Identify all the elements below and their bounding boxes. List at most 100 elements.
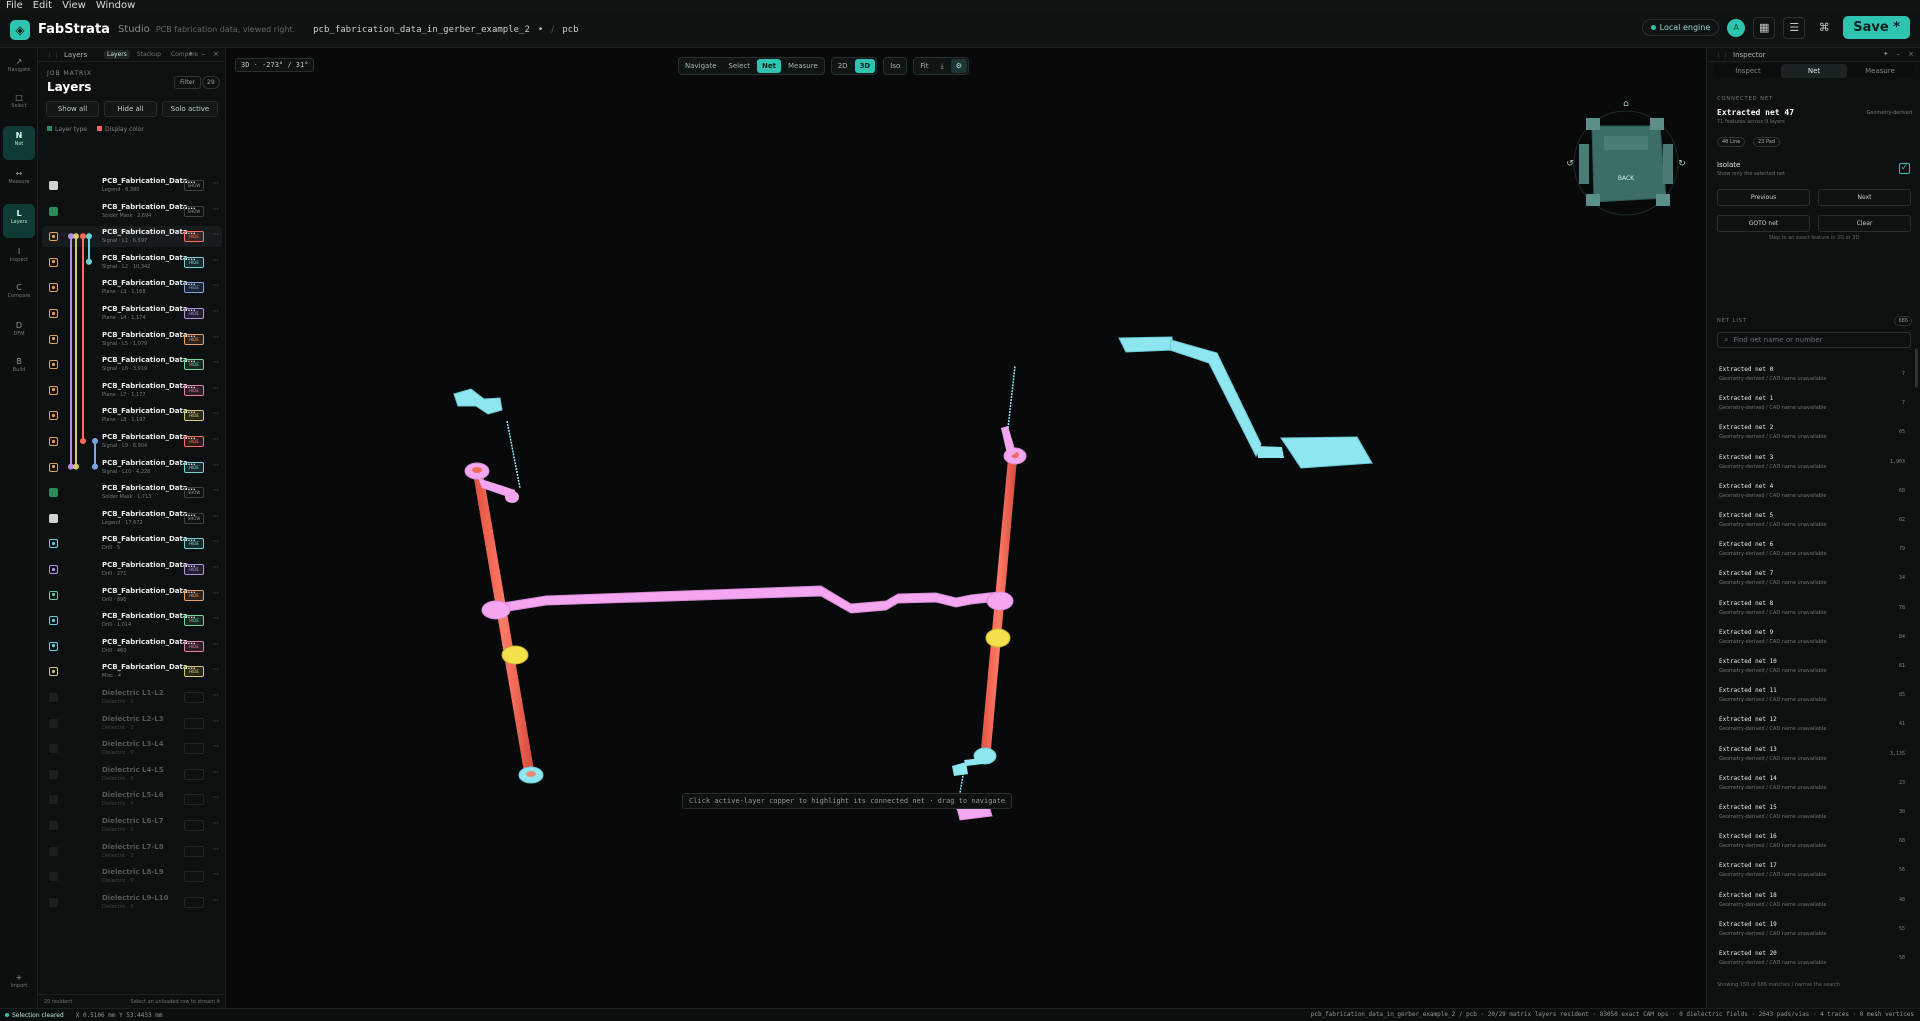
layer-visibility-checkbox[interactable] — [49, 411, 58, 421]
show-all-button[interactable]: Show all — [46, 101, 99, 117]
net-list-item[interactable]: Extracted net 15 Geometry-derived / CAD n… — [1713, 802, 1907, 825]
menu-file[interactable]: File — [6, 0, 23, 12]
layer-toggle-button[interactable] — [184, 896, 204, 908]
net-list-item[interactable]: Extracted net 18 Geometry-derived / CAD n… — [1713, 890, 1907, 913]
copper-pad-l10[interactable] — [952, 762, 968, 776]
net-list-item[interactable]: Extracted net 11 Geometry-derived / CAD n… — [1713, 685, 1907, 708]
net-list-item[interactable]: Extracted net 13 Geometry-derived / CAD n… — [1713, 744, 1907, 767]
solo-active-button[interactable]: Solo active — [162, 101, 218, 117]
layer-toggle-button[interactable] — [184, 717, 204, 729]
layer-toggle-button[interactable]: SHOW — [184, 205, 204, 217]
engine-status[interactable]: Local engine — [1641, 19, 1720, 36]
layer-toggle-button[interactable]: HIDE — [184, 436, 204, 447]
more-icon[interactable]: ⋯ — [212, 742, 219, 750]
drag-handle-icon[interactable]: ⋮⋮ — [46, 51, 60, 59]
menu-window[interactable]: Window — [96, 0, 135, 12]
layer-row[interactable]: PCB_Fabrication_Data... Plane · L4 · 1,17… — [42, 303, 222, 324]
next-net-button[interactable]: Next — [1818, 189, 1911, 206]
tab-layers[interactable]: Layers — [104, 50, 130, 59]
layer-toggle-button[interactable] — [184, 768, 204, 780]
layer-row[interactable]: Dielectric L1-L2 Dielectric · 0 ⋯ — [42, 687, 222, 708]
net-list-item[interactable]: Extracted net 8 Geometry-derived / CAD na… — [1713, 598, 1907, 621]
layer-row[interactable]: Dielectric L3-L4 Dielectric · 0 ⋯ — [42, 738, 222, 759]
goto-net-button[interactable]: GOTO net — [1717, 215, 1810, 232]
net-mode-button[interactable]: Net — [757, 59, 781, 73]
layer-toggle-button[interactable] — [184, 794, 204, 806]
rail-net[interactable]: N Net — [3, 126, 35, 160]
layer-visibility-checkbox[interactable] — [49, 667, 58, 677]
fit-button[interactable]: Fit — [915, 59, 933, 73]
layer-toggle-button[interactable]: HIDE — [184, 564, 204, 575]
select-mode-button[interactable]: Select — [723, 59, 755, 73]
avatar[interactable]: A — [1727, 18, 1746, 37]
net-list-item[interactable]: Extracted net 9 Geometry-derived / CAD na… — [1713, 627, 1907, 650]
layer-visibility-checkbox[interactable] — [49, 385, 58, 395]
layer-row[interactable]: PCB_Fabrication_Data... Solder Mask · 1,7… — [42, 482, 222, 503]
layer-visibility-checkbox[interactable] — [49, 616, 58, 626]
more-icon[interactable]: ⋯ — [212, 870, 219, 878]
more-icon[interactable]: ⋯ — [212, 179, 219, 187]
more-icon[interactable]: ⋯ — [212, 537, 219, 545]
layer-toggle-button[interactable] — [184, 692, 204, 703]
view-cube-corner[interactable] — [1656, 194, 1670, 206]
layer-row[interactable]: PCB_Fabrication_Data... Solder Mask · 2,6… — [42, 201, 222, 222]
layer-toggle-button[interactable]: HIDE — [184, 308, 204, 319]
more-icon[interactable]: ⋯ — [212, 461, 219, 469]
layer-toggle-button[interactable]: HIDE — [184, 231, 204, 243]
rail-measure[interactable]: ↔ Measure — [3, 164, 35, 198]
view-cube[interactable]: BACK ⌂ ↺ ↻ — [1566, 99, 1686, 216]
layer-row[interactable]: PCB_Fabrication_Data... Misc · 4 HIDE ⋯ — [42, 661, 222, 682]
layer-toggle-button[interactable] — [184, 845, 204, 857]
layer-toggle-button[interactable]: HIDE — [184, 589, 204, 601]
layer-visibility-checkbox[interactable] — [49, 897, 58, 907]
view-cube-corner[interactable] — [1650, 118, 1664, 130]
layer-row[interactable]: PCB_Fabrication_Data... Drill · 5 HIDE ⋯ — [42, 533, 222, 554]
layer-visibility-checkbox[interactable] — [49, 513, 58, 523]
rotate-right-icon[interactable]: ↻ — [1678, 159, 1686, 169]
layer-row[interactable]: PCB_Fabrication_Data... Drill · 460 HIDE ⋯ — [42, 636, 222, 657]
layer-toggle-button[interactable]: HIDE — [184, 256, 204, 268]
more-icon[interactable]: ⋯ — [212, 691, 219, 699]
rail-build[interactable]: B Build — [3, 352, 35, 386]
layer-visibility-checkbox[interactable] — [49, 693, 58, 702]
breadcrumb-project[interactable]: pcb_fabrication_data_in_gerber_example_2 — [313, 25, 530, 35]
minimize-icon[interactable]: – — [1897, 50, 1901, 58]
menu-edit[interactable]: Edit — [33, 0, 52, 12]
more-icon[interactable]: ⋯ — [212, 230, 219, 238]
layer-visibility-checkbox[interactable] — [49, 437, 58, 446]
command-button[interactable]: ⌘ — [1813, 17, 1835, 39]
layer-toggle-button[interactable]: HIDE — [184, 461, 204, 473]
menu-view[interactable]: View — [62, 0, 86, 12]
view-cube-edge[interactable] — [1579, 144, 1589, 184]
layer-toggle-button[interactable]: HIDE — [184, 333, 204, 345]
layer-toggle-button[interactable] — [184, 743, 204, 755]
layer-visibility-checkbox[interactable] — [49, 795, 58, 805]
net-list-item[interactable]: Extracted net 7 Geometry-derived / CAD na… — [1713, 568, 1907, 591]
more-icon[interactable]: ⋯ — [212, 384, 219, 392]
more-icon[interactable]: ⋯ — [212, 665, 219, 673]
layer-row[interactable]: PCB_Fabrication_Data... Drill · 271 HIDE ⋯ — [42, 559, 222, 580]
layer-visibility-checkbox[interactable] — [49, 641, 58, 651]
settings-icon[interactable]: ⚙ — [950, 59, 967, 73]
via-ring-left[interactable] — [501, 645, 529, 665]
tab-inspect[interactable]: Inspect — [1715, 64, 1781, 78]
isolate-checkbox[interactable]: ✓ — [1899, 163, 1910, 174]
more-icon[interactable]: ⋯ — [212, 205, 219, 213]
layer-visibility-checkbox[interactable] — [49, 769, 58, 779]
copper-trace-l2[interactable] — [1169, 339, 1262, 458]
layer-toggle-button[interactable] — [184, 820, 204, 831]
layer-toggle-button[interactable]: HIDE — [184, 410, 204, 422]
grid-view-button[interactable]: ▦ — [1753, 16, 1776, 39]
via-pad-right[interactable] — [986, 591, 1014, 611]
layer-visibility-checkbox[interactable] — [49, 565, 58, 574]
layer-visibility-checkbox[interactable] — [49, 181, 58, 190]
home-icon[interactable]: ⌂ — [1623, 99, 1629, 109]
clear-net-button[interactable]: Clear — [1818, 215, 1911, 232]
layer-toggle-button[interactable]: HIDE — [184, 384, 204, 396]
copper-trace-l10[interactable] — [964, 758, 983, 766]
more-icon[interactable]: ⋯ — [212, 640, 219, 648]
iso-view-button[interactable]: Iso — [885, 59, 905, 73]
net-search-input[interactable] — [1733, 336, 1904, 344]
net-list-scrollbar[interactable] — [1915, 348, 1918, 388]
more-icon[interactable]: ⋯ — [212, 333, 219, 341]
